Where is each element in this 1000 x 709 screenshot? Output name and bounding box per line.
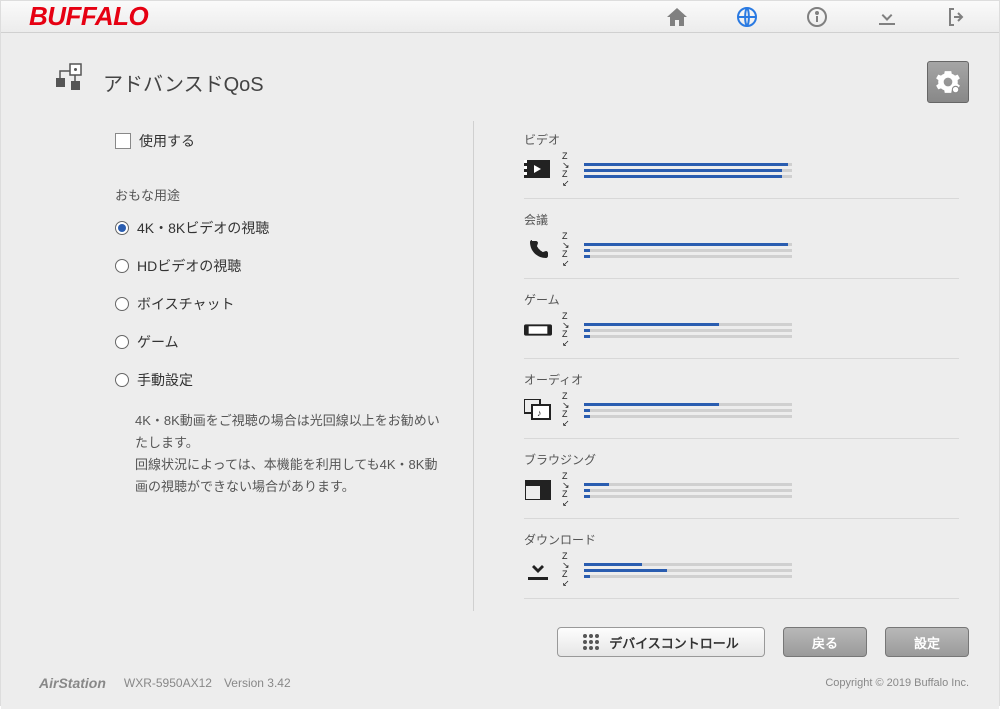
usage-option[interactable]: HDビデオの視聴 [115, 256, 443, 276]
category-row: Z↘Z↙ [524, 232, 959, 279]
arrows-icon: Z↘Z↙ [562, 472, 574, 508]
buttons-row: デバイスコントロール 戻る 設定 [1, 611, 999, 657]
usage-heading: おもな用途 [115, 185, 443, 204]
category-label: ゲーム [524, 291, 959, 308]
video-icon [524, 159, 552, 181]
priority-bars [584, 403, 959, 418]
priority-bars [584, 163, 959, 178]
main-panel: 使用する おもな用途 4K・8Kビデオの視聴HDビデオの視聴ボイスチャットゲーム… [1, 121, 999, 611]
svg-text:♪: ♪ [537, 408, 542, 418]
left-column: 使用する おもな用途 4K・8Kビデオの視聴 HDビデオの視聴ボイスチャットゲーム… [53, 121, 473, 611]
audio-icon: ♪ [524, 399, 552, 421]
firmware-version: Version 3.42 [224, 676, 291, 690]
app-window: BUFFALO アドバンスドQoS 使用する おもな [0, 0, 1000, 706]
content: アドバンスドQoS 使用する おもな用途 4K・8Kビデオの視聴 HDビデオの視聴… [1, 33, 999, 709]
category-label: 会議 [524, 211, 959, 228]
footer: AirStation WXR-5950AX12 Version 3.42 Cop… [1, 657, 999, 709]
category-label: ビデオ [524, 131, 959, 148]
radio-label: ゲーム [137, 332, 179, 352]
arrows-icon: Z↘Z↙ [562, 152, 574, 188]
category-row: Z↘Z↙ [524, 552, 959, 599]
page-qos-icon [53, 63, 87, 102]
priority-bars [584, 563, 959, 578]
enable-checkbox-row[interactable]: 使用する [115, 131, 443, 151]
usage-option[interactable]: ボイスチャット [115, 294, 443, 314]
arrows-icon: Z↘Z↙ [562, 392, 574, 428]
brand-logo: BUFFALO [29, 1, 148, 32]
usage-option[interactable]: 手動設定 [115, 370, 443, 390]
category-list: ビデオ Z↘Z↙ 会議 Z↘Z↙ ゲーム Z↘Z↙ オーディオ ♪ Z↘Z↙ ブラウジング Z↘Z↙… [524, 131, 959, 599]
apply-button[interactable]: 設定 [885, 627, 969, 657]
category-row: Z↘Z↙ [524, 472, 959, 519]
grid-icon [583, 634, 599, 650]
radio-button[interactable] [115, 297, 129, 311]
globe-icon[interactable] [733, 3, 761, 31]
arrows-icon: Z↘Z↙ [562, 232, 574, 268]
browse-icon [524, 479, 552, 501]
category-block: ゲーム Z↘Z↙ [524, 291, 959, 359]
copyright: Copyright © 2019 Buffalo Inc. [825, 677, 969, 689]
usage-option[interactable]: 4K・8Kビデオの視聴 [115, 218, 443, 238]
priority-bars [584, 243, 959, 258]
airstation-logo: AirStation [39, 675, 106, 691]
info-icon[interactable] [803, 3, 831, 31]
usage-note: 4K・8K動画をご視聴の場合は光回線以上をお勧めいたします。回線状況によっては、… [115, 410, 443, 498]
arrows-icon: Z↘Z↙ [562, 312, 574, 348]
download-icon [524, 559, 552, 581]
category-block: ダウンロード Z↘Z↙ [524, 531, 959, 599]
category-row: Z↘Z↙ [524, 312, 959, 359]
logout-icon[interactable] [943, 3, 971, 31]
radio-button[interactable] [115, 335, 129, 349]
advanced-settings-button[interactable] [927, 61, 969, 103]
radio-label: 4K・8Kビデオの視聴 [137, 218, 269, 238]
page-title-row: アドバンスドQoS [1, 33, 999, 121]
category-block: 会議 Z↘Z↙ [524, 211, 959, 279]
radio-label: ボイスチャット [137, 294, 234, 314]
enable-checkbox[interactable] [115, 133, 131, 149]
category-label: オーディオ [524, 371, 959, 388]
category-label: ブラウジング [524, 451, 959, 468]
usage-option[interactable]: ゲーム [115, 332, 443, 352]
radio-button[interactable] [115, 259, 129, 273]
right-column: ビデオ Z↘Z↙ 会議 Z↘Z↙ ゲーム Z↘Z↙ オーディオ ♪ Z↘Z↙ ブラウジング Z↘Z↙… [473, 121, 969, 611]
game-icon [524, 319, 552, 341]
header: BUFFALO [1, 1, 999, 33]
category-row: Z↘Z↙ [524, 152, 959, 199]
device-control-button[interactable]: デバイスコントロール [557, 627, 765, 657]
back-button[interactable]: 戻る [783, 627, 867, 657]
priority-bars [584, 323, 959, 338]
category-block: オーディオ ♪ Z↘Z↙ [524, 371, 959, 439]
home-icon[interactable] [663, 3, 691, 31]
page-title: アドバンスドQoS [103, 68, 264, 97]
category-label: ダウンロード [524, 531, 959, 548]
category-block: ブラウジング Z↘Z↙ [524, 451, 959, 519]
arrows-icon: Z↘Z↙ [562, 552, 574, 588]
radio-button[interactable] [115, 221, 129, 235]
priority-bars [584, 483, 959, 498]
radio-label: HDビデオの視聴 [137, 256, 241, 276]
radio-label: 手動設定 [137, 370, 193, 390]
enable-label: 使用する [139, 131, 195, 151]
model-name: WXR-5950AX12 [124, 676, 212, 690]
header-icons [663, 3, 971, 31]
category-block: ビデオ Z↘Z↙ [524, 131, 959, 199]
download-icon[interactable] [873, 3, 901, 31]
category-row: ♪ Z↘Z↙ [524, 392, 959, 439]
radio-button[interactable] [115, 373, 129, 387]
usage-radio-list: 4K・8Kビデオの視聴 HDビデオの視聴ボイスチャットゲーム手動設定 [115, 218, 443, 390]
phone-icon [524, 239, 552, 261]
